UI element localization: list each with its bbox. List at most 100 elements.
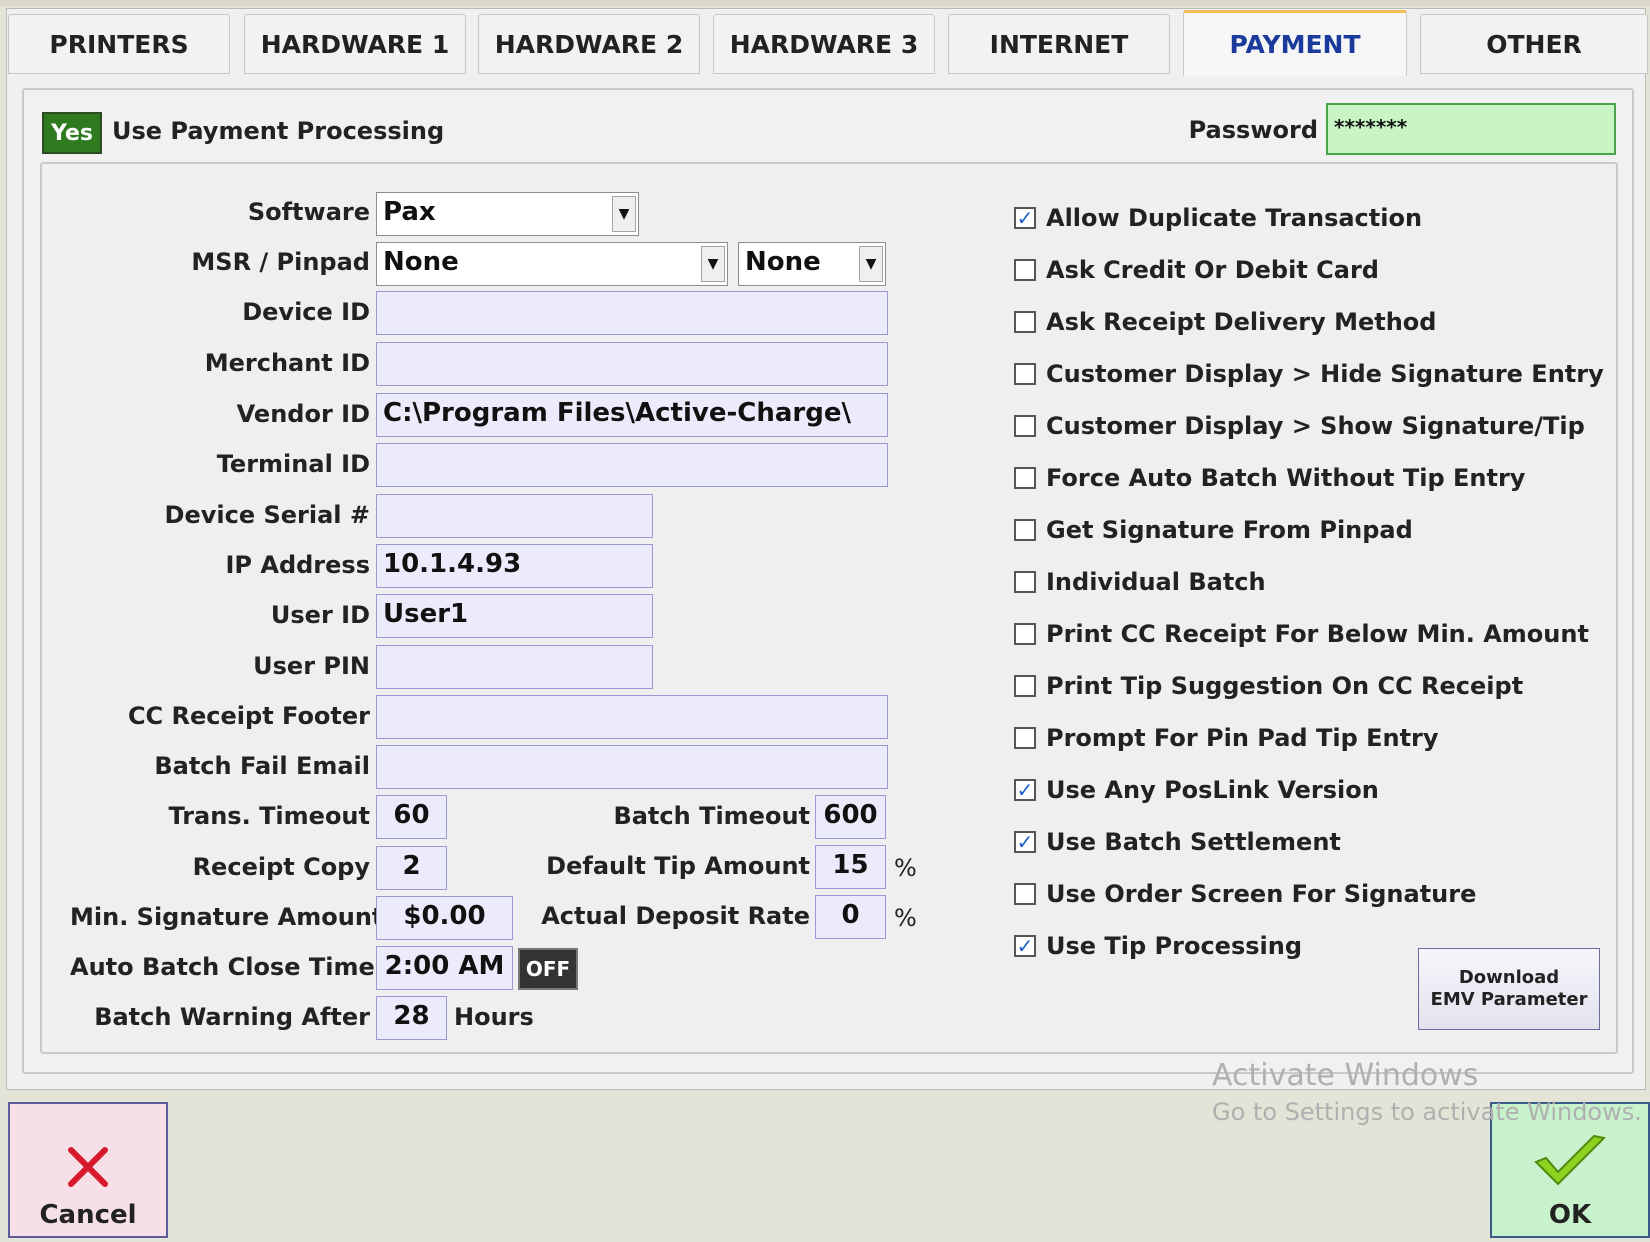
cancel-button[interactable]: Cancel (8, 1102, 168, 1238)
option-row[interactable]: Prompt For Pin Pad Tip Entry (1014, 718, 1439, 758)
option-row[interactable]: Print Tip Suggestion On CC Receipt (1014, 666, 1523, 706)
batch-warning-field[interactable]: 28 (376, 996, 447, 1040)
auto-batch-close-field[interactable]: 2:00 AM (376, 946, 513, 990)
min-signature-field[interactable]: $0.00 (376, 896, 513, 940)
tab-printers[interactable]: PRINTERS (8, 14, 230, 74)
batch-fail-email-field[interactable] (376, 745, 888, 789)
batch-timeout-field[interactable]: 600 (815, 795, 886, 839)
checkbox[interactable] (1014, 467, 1036, 489)
cancel-label: Cancel (39, 1200, 137, 1230)
chevron-down-icon[interactable]: ▼ (859, 246, 883, 282)
default-tip-field[interactable]: 15 (815, 845, 886, 889)
checkbox[interactable]: ✓ (1014, 779, 1036, 801)
option-row[interactable]: Customer Display > Hide Signature Entry (1014, 354, 1604, 394)
option-label: Use Order Screen For Signature (1046, 880, 1477, 908)
checkbox[interactable] (1014, 415, 1036, 437)
option-row[interactable]: Individual Batch (1014, 562, 1266, 602)
receipt-copy-field[interactable]: 2 (376, 846, 447, 890)
receipt-copy-label: Receipt Copy (192, 853, 370, 881)
tab-internet[interactable]: INTERNET (948, 14, 1170, 74)
checkbox[interactable]: ✓ (1014, 831, 1036, 853)
tab-hardware-2[interactable]: HARDWARE 2 (478, 14, 700, 74)
tab-other[interactable]: OTHER (1420, 14, 1648, 74)
user-pin-field[interactable] (376, 645, 653, 689)
option-label: Use Batch Settlement (1046, 828, 1341, 856)
checkbox[interactable]: ✓ (1014, 935, 1036, 957)
option-row[interactable]: Force Auto Batch Without Tip Entry (1014, 458, 1525, 498)
hours-label: Hours (454, 1003, 534, 1031)
device-serial-field[interactable] (376, 494, 653, 538)
checkbox[interactable] (1014, 311, 1036, 333)
option-label: Customer Display > Hide Signature Entry (1046, 360, 1604, 388)
use-payment-toggle[interactable]: Yes (42, 112, 102, 154)
batch-timeout-label: Batch Timeout (613, 802, 810, 830)
tab-payment[interactable]: PAYMENT (1183, 10, 1407, 76)
option-row[interactable]: Ask Receipt Delivery Method (1014, 302, 1436, 342)
tab-hardware-3[interactable]: HARDWARE 3 (713, 14, 935, 74)
msr-pinpad-value: None (383, 247, 459, 277)
msr-pinpad-select-2[interactable]: None ▼ (738, 242, 886, 286)
vendor-id-field[interactable]: C:\Program Files\Active-Charge\ (376, 393, 888, 437)
trans-timeout-field[interactable]: 60 (376, 795, 447, 839)
deposit-rate-field[interactable]: 0 (815, 895, 886, 939)
msr-pinpad-label: MSR / Pinpad (191, 248, 370, 276)
terminal-id-field[interactable] (376, 443, 888, 487)
software-value: Pax (383, 197, 436, 227)
checkbox[interactable] (1014, 571, 1036, 593)
option-label: Print CC Receipt For Below Min. Amount (1046, 620, 1589, 648)
activate-windows-subtitle: Go to Settings to activate Windows. (1212, 1098, 1642, 1126)
option-row[interactable]: Customer Display > Show Signature/Tip (1014, 406, 1585, 446)
deposit-rate-percent: % (894, 904, 917, 932)
download-emv-parameter-button[interactable]: Download EMV Parameter (1418, 948, 1600, 1030)
checkbox[interactable]: ✓ (1014, 207, 1036, 229)
checkmark-icon: ✓ (1016, 934, 1034, 958)
user-id-field[interactable]: User1 (376, 594, 653, 638)
option-label: Customer Display > Show Signature/Tip (1046, 412, 1585, 440)
ip-address-field[interactable]: 10.1.4.93 (376, 544, 653, 588)
deposit-rate-label: Actual Deposit Rate (541, 902, 810, 930)
checkbox[interactable] (1014, 727, 1036, 749)
device-id-field[interactable] (376, 291, 888, 335)
auto-batch-toggle[interactable]: OFF (518, 948, 578, 990)
checkbox[interactable] (1014, 519, 1036, 541)
checkbox[interactable] (1014, 883, 1036, 905)
option-row[interactable]: ✓ Use Batch Settlement (1014, 822, 1341, 862)
msr-pinpad-value-2: None (745, 247, 821, 277)
ip-address-label: IP Address (225, 551, 371, 579)
option-label: Get Signature From Pinpad (1046, 516, 1413, 544)
merchant-id-label: Merchant ID (204, 349, 370, 377)
checkbox[interactable] (1014, 363, 1036, 385)
min-signature-label: Min. Signature Amount (70, 903, 384, 931)
batch-fail-email-label: Batch Fail Email (154, 752, 370, 780)
chevron-down-icon[interactable]: ▼ (701, 246, 725, 282)
download-label: Download (1458, 967, 1560, 989)
close-icon (68, 1147, 108, 1187)
option-row[interactable]: ✓ Allow Duplicate Transaction (1014, 198, 1422, 238)
option-label: Force Auto Batch Without Tip Entry (1046, 464, 1526, 492)
cc-receipt-footer-field[interactable] (376, 695, 888, 739)
msr-pinpad-select[interactable]: None ▼ (376, 242, 728, 286)
option-label: Individual Batch (1046, 568, 1266, 596)
password-field[interactable]: ******* (1326, 103, 1616, 155)
checkbox[interactable] (1014, 623, 1036, 645)
option-label: Use Any PosLink Version (1046, 776, 1379, 804)
merchant-id-field[interactable] (376, 342, 888, 386)
option-row[interactable]: Get Signature From Pinpad (1014, 510, 1413, 550)
chevron-down-icon[interactable]: ▼ (612, 196, 636, 232)
checkbox[interactable] (1014, 259, 1036, 281)
checkmark-icon: ✓ (1016, 830, 1034, 854)
option-row[interactable]: Use Order Screen For Signature (1014, 874, 1476, 914)
terminal-id-label: Terminal ID (216, 450, 370, 478)
user-pin-label: User PIN (253, 652, 370, 680)
checkbox[interactable] (1014, 675, 1036, 697)
option-row[interactable]: Ask Credit Or Debit Card (1014, 250, 1379, 290)
software-select[interactable]: Pax ▼ (376, 192, 639, 236)
trans-timeout-label: Trans. Timeout (168, 802, 370, 830)
option-row[interactable]: ✓ Use Tip Processing (1014, 926, 1302, 966)
activate-windows-title: Activate Windows (1212, 1058, 1479, 1093)
checkmark-icon: ✓ (1016, 206, 1034, 230)
option-row[interactable]: ✓ Use Any PosLink Version (1014, 770, 1379, 810)
emv-parameter-label: EMV Parameter (1430, 989, 1588, 1010)
option-row[interactable]: Print CC Receipt For Below Min. Amount (1014, 614, 1589, 654)
tab-hardware-1[interactable]: HARDWARE 1 (244, 14, 466, 74)
